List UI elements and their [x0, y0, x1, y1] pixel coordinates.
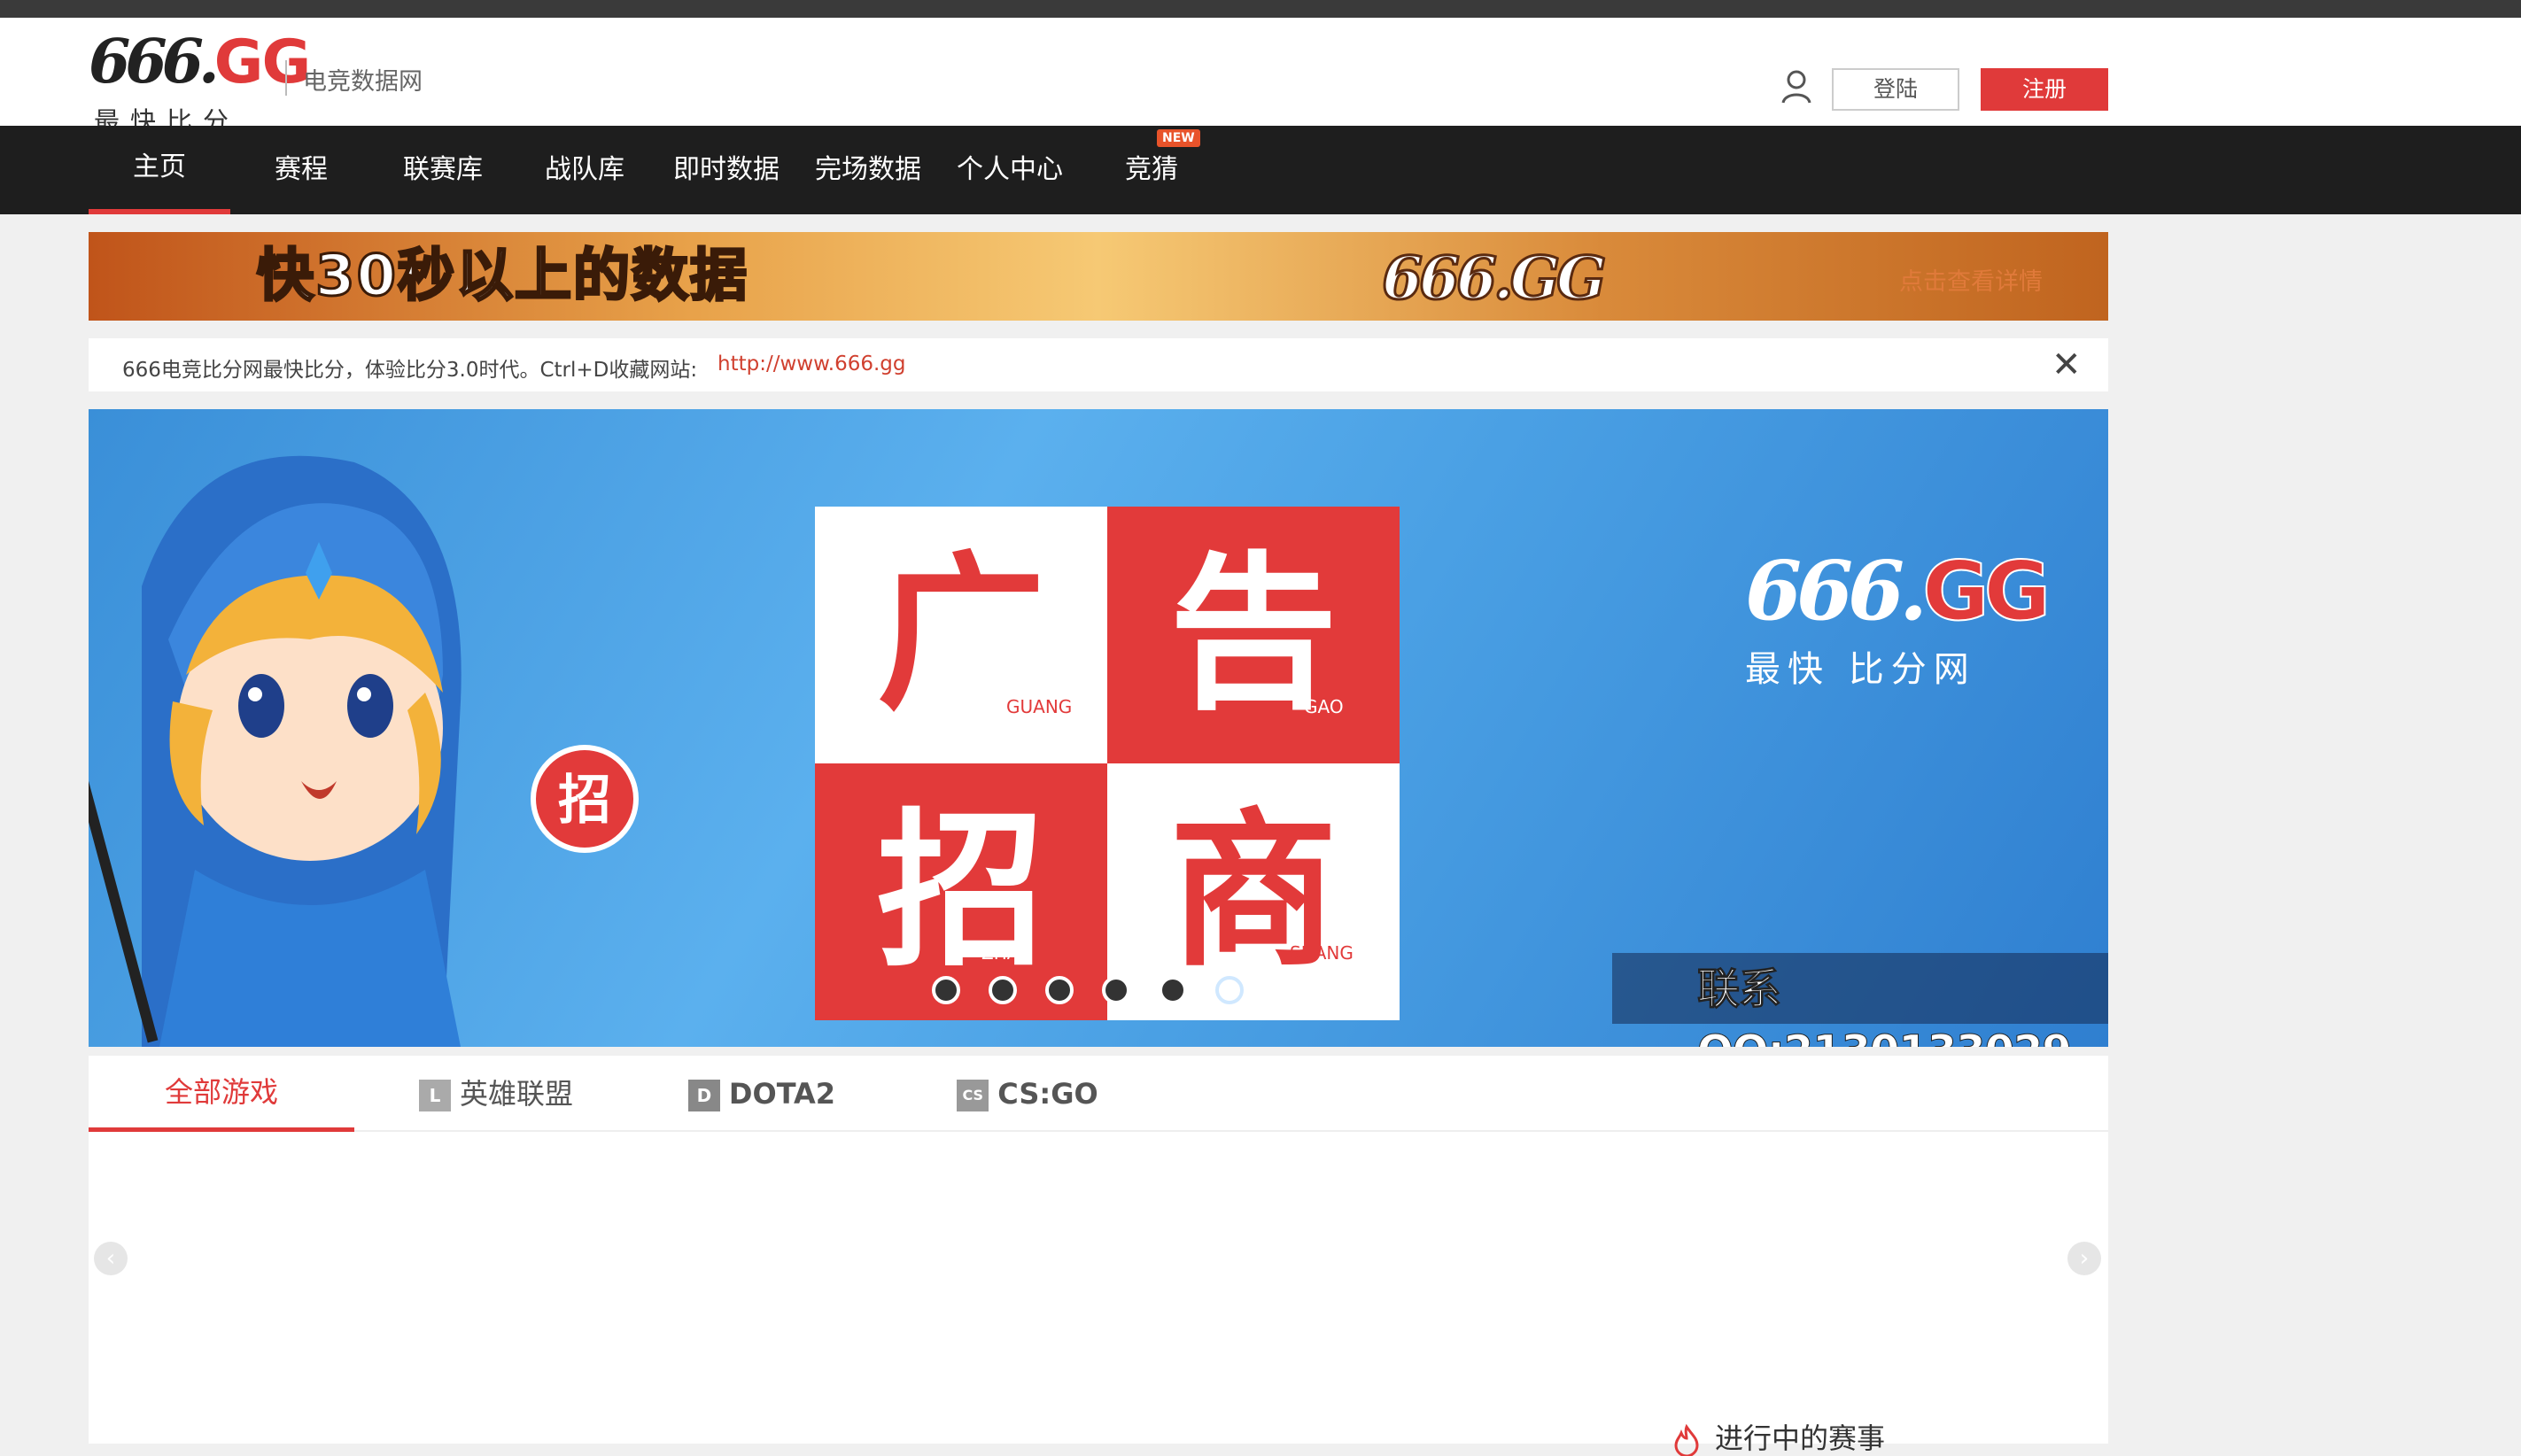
- nav-item-teams[interactable]: 战队库: [531, 126, 638, 214]
- tab-dota2-label: DOTA2: [728, 1077, 836, 1111]
- nav-item-final-data[interactable]: 完场数据: [808, 126, 928, 214]
- puzzle-piece-4: 商: [1107, 763, 1400, 1020]
- notice-url-link[interactable]: http://www.666.gg: [718, 352, 906, 376]
- logo-gg-text: GG: [213, 27, 312, 97]
- nav-item-leagues[interactable]: 联赛库: [390, 126, 496, 214]
- promo-logo: 666.GG: [1380, 243, 1607, 314]
- banner-logo-subtitle: 最快 比分网: [1745, 649, 1976, 690]
- site-logo[interactable]: 666.GG 最快比分网: [89, 27, 311, 174]
- recruit-badge-text: 招: [558, 770, 611, 832]
- dota2-icon: D: [687, 1080, 720, 1111]
- tab-lol[interactable]: L 英雄联盟: [390, 1056, 602, 1132]
- next-arrow-icon[interactable]: ›: [2067, 1242, 2101, 1275]
- games-panel: 全部游戏 L 英雄联盟 D DOTA2 CS CS:GO: [89, 1056, 2108, 1444]
- carousel-dot-1[interactable]: [932, 976, 960, 1004]
- promo-banner[interactable]: 快30秒以上的数据 666.GG 点击查看详情: [89, 232, 2108, 321]
- flame-icon: [1674, 1423, 1699, 1456]
- nav-item-schedule[interactable]: 赛程: [248, 126, 354, 214]
- carousel-dot-5[interactable]: [1159, 976, 1187, 1004]
- pinyin-label-1: GUANG: [1006, 696, 1073, 717]
- csgo-icon: CS: [957, 1080, 989, 1111]
- banner-logo-gg: GG: [1921, 543, 2052, 639]
- notice-bar: 666电竞比分网最快比分，体验比分3.0时代。Ctrl+D收藏网站: http:…: [89, 338, 2108, 391]
- browser-top-strip: [0, 0, 2521, 18]
- tab-all-games[interactable]: 全部游戏: [89, 1056, 354, 1132]
- contact-qq-text: 联系QQ:2130133029: [1697, 964, 2073, 1048]
- banner-logo-main: 666.: [1745, 543, 1928, 639]
- login-button[interactable]: 登陆: [1832, 68, 1959, 111]
- logo-divider: [285, 60, 287, 96]
- tab-dota2[interactable]: D DOTA2: [655, 1056, 868, 1132]
- carousel-dot-4[interactable]: [1102, 976, 1130, 1004]
- tab-csgo-label: CS:GO: [997, 1077, 1098, 1111]
- lol-icon: L: [418, 1080, 451, 1111]
- live-matches-heading: 进行中的赛事: [1671, 1421, 1885, 1456]
- mascot-character-illustration: 招: [89, 455, 639, 1047]
- promo-headline: 快30秒以上的数据: [255, 243, 749, 311]
- notice-text: 666电竞比分网最快比分，体验比分3.0时代。Ctrl+D收藏网站:: [122, 359, 698, 382]
- game-tabs: 全部游戏 L 英雄联盟 D DOTA2 CS CS:GO: [89, 1056, 2108, 1132]
- close-icon[interactable]: ✕: [2052, 347, 2082, 383]
- carousel-dot-2[interactable]: [989, 976, 1017, 1004]
- user-icon[interactable]: [1780, 69, 1812, 105]
- promo-detail-link[interactable]: 点击查看详情: [1899, 262, 2043, 297]
- tab-lol-label: 英雄联盟: [459, 1077, 573, 1111]
- tab-csgo[interactable]: CS CS:GO: [921, 1056, 1134, 1132]
- banner-logo: 666.GG 最快 比分网: [1745, 542, 2052, 692]
- puzzle-piece-2: 告: [1107, 507, 1400, 763]
- site-tagline: 电竞数据网: [303, 68, 423, 96]
- nav-item-profile[interactable]: 个人中心: [950, 126, 1070, 214]
- hero-carousel[interactable]: 招 广 告 招 商 GUANG GAO ZHAO SHANG 666.GG 最快…: [89, 409, 2108, 1047]
- pinyin-label-4: SHANG: [1290, 942, 1354, 964]
- pinyin-label-2: GAO: [1304, 696, 1344, 717]
- live-matches-label: 进行中的赛事: [1715, 1421, 1886, 1455]
- puzzle-piece-1: 广: [815, 507, 1107, 763]
- prev-arrow-icon[interactable]: ‹: [94, 1242, 128, 1275]
- main-nav: 主页 赛程 联赛库 战队库 即时数据 完场数据 个人中心 竞猜: [0, 126, 2521, 214]
- new-badge: NEW: [1157, 129, 1200, 147]
- logo-main-text: 666.: [89, 27, 220, 97]
- carousel-dot-6[interactable]: [1215, 976, 1244, 1004]
- pinyin-label-3: ZHAO: [981, 942, 1033, 964]
- nav-item-home[interactable]: 主页: [89, 126, 230, 214]
- site-header: 666.GG 最快比分网 电竞数据网 登陆 注册: [0, 18, 2521, 174]
- carousel-dot-3[interactable]: [1045, 976, 1074, 1004]
- nav-item-live-data[interactable]: 即时数据: [666, 126, 787, 214]
- register-button[interactable]: 注册: [1981, 68, 2108, 111]
